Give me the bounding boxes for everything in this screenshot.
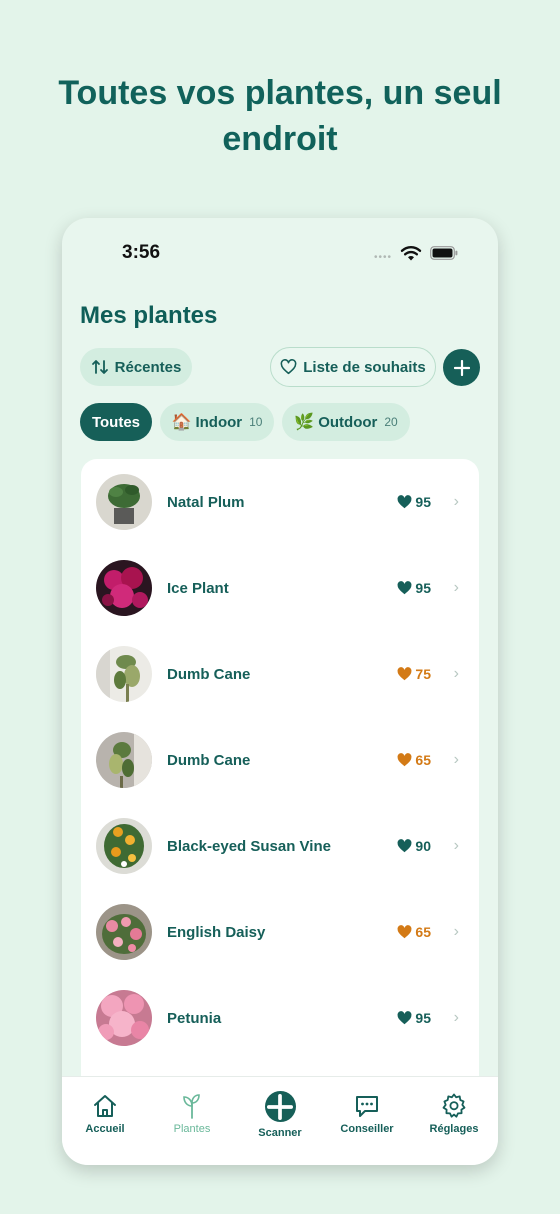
scanner-button[interactable] (264, 1091, 296, 1122)
wishlist-label: Liste de souhaits (303, 358, 426, 376)
heart-icon (397, 581, 412, 595)
filter-outdoor-label: Outdoor (318, 413, 378, 431)
home-icon (94, 1095, 116, 1117)
chevron-right-icon: › (453, 493, 459, 510)
plant-photo (96, 474, 152, 530)
heart-outline-icon (280, 359, 297, 375)
chevron-right-icon: › (453, 1009, 459, 1026)
health-score: 75 (397, 666, 431, 682)
heart-icon (397, 839, 412, 853)
plus-icon (267, 1093, 293, 1120)
tab-advise-label: Conseiller (340, 1123, 394, 1135)
plant-name: Natal Plum (167, 493, 245, 511)
tab-settings[interactable]: Réglages (414, 1093, 494, 1135)
tab-home[interactable]: Accueil (65, 1093, 145, 1135)
filter-indoor-count: 10 (249, 415, 263, 429)
chevron-right-icon: › (453, 923, 459, 940)
status-time: 3:56 (122, 242, 161, 263)
tab-scanner[interactable]: Scanner (240, 1091, 320, 1139)
battery-icon (430, 246, 458, 260)
filter-all-label: Toutes (91, 413, 141, 431)
plant-photo (96, 732, 152, 788)
plant-photo (96, 990, 152, 1046)
wishlist-button[interactable]: Liste de souhaits (270, 347, 436, 387)
health-score: 65 (397, 924, 431, 940)
add-plant-button[interactable] (443, 349, 480, 386)
tab-plants[interactable]: Plantes (152, 1093, 232, 1135)
list-item[interactable]: Petunia 95 › (81, 975, 479, 1061)
filter-indoor-label: Indoor (195, 413, 243, 431)
heart-icon (397, 495, 412, 509)
health-score: 95 (397, 580, 431, 596)
gear-icon (442, 1093, 466, 1118)
chevron-right-icon: › (453, 751, 459, 768)
tab-home-label: Accueil (85, 1123, 125, 1135)
signal-dots-icon: •••• (374, 252, 393, 263)
plant-name: English Daisy (167, 923, 266, 941)
plant-list: Natal Plum 95 › Ice Plant 95 › Dumb Cane… (81, 459, 479, 1099)
tab-settings-label: Réglages (429, 1123, 479, 1135)
list-item[interactable]: Black-eyed Susan Vine 90 › (81, 803, 479, 889)
chat-icon (356, 1096, 378, 1117)
filter-all[interactable]: Toutes (80, 403, 152, 441)
plant-photo (96, 646, 152, 702)
plant-name: Black-eyed Susan Vine (167, 837, 331, 855)
filter-indoor[interactable]: 🏠 Indoor 10 (160, 403, 274, 441)
heart-icon (397, 1011, 412, 1025)
page-title: Mes plantes (80, 302, 218, 329)
plant-photo (96, 818, 152, 874)
plant-photo (96, 904, 152, 960)
heart-icon (397, 667, 412, 681)
plant-name: Dumb Cane (167, 665, 251, 683)
heart-icon (397, 925, 412, 939)
plant-photo (96, 560, 152, 616)
heart-icon (397, 753, 412, 767)
health-score: 95 (397, 1010, 431, 1026)
health-score: 65 (397, 752, 431, 768)
tab-bar: Accueil Plantes Scanner Conseiller Régla… (62, 1076, 498, 1165)
sort-icon (91, 360, 108, 374)
filter-outdoor[interactable]: 🌿 Outdoor 20 (282, 403, 410, 441)
tab-scanner-label: Scanner (258, 1127, 302, 1139)
plus-icon (453, 359, 470, 376)
phone-frame: 3:56 •••• Mes plantes Récentes Liste de … (62, 218, 498, 1165)
list-item[interactable]: Dumb Cane 75 › (81, 631, 479, 717)
plant-name: Ice Plant (167, 579, 229, 597)
wifi-icon (400, 246, 422, 261)
chevron-right-icon: › (453, 837, 459, 854)
list-item[interactable]: Dumb Cane 65 › (81, 717, 479, 803)
sprout-icon (183, 1094, 200, 1119)
list-item[interactable]: English Daisy 65 › (81, 889, 479, 975)
herb-icon: 🌿 (294, 414, 315, 431)
sort-label: Récentes (114, 358, 182, 376)
health-score: 95 (397, 494, 431, 510)
plant-name: Dumb Cane (167, 751, 251, 769)
headline: Toutes vos plantes, un seul endroit (58, 74, 502, 158)
tab-advise[interactable]: Conseiller (327, 1093, 407, 1135)
tab-plants-label: Plantes (173, 1123, 211, 1135)
chevron-right-icon: › (453, 665, 459, 682)
status-bar: 3:56 •••• (62, 238, 498, 268)
filter-outdoor-count: 20 (384, 415, 398, 429)
list-item[interactable]: Ice Plant 95 › (81, 545, 479, 631)
health-score: 90 (397, 838, 431, 854)
list-item[interactable]: Natal Plum 95 › (81, 459, 479, 545)
house-icon: 🏠 (171, 414, 192, 431)
plant-name: Petunia (167, 1009, 222, 1027)
chevron-right-icon: › (453, 579, 459, 596)
sort-button[interactable]: Récentes (80, 348, 192, 386)
